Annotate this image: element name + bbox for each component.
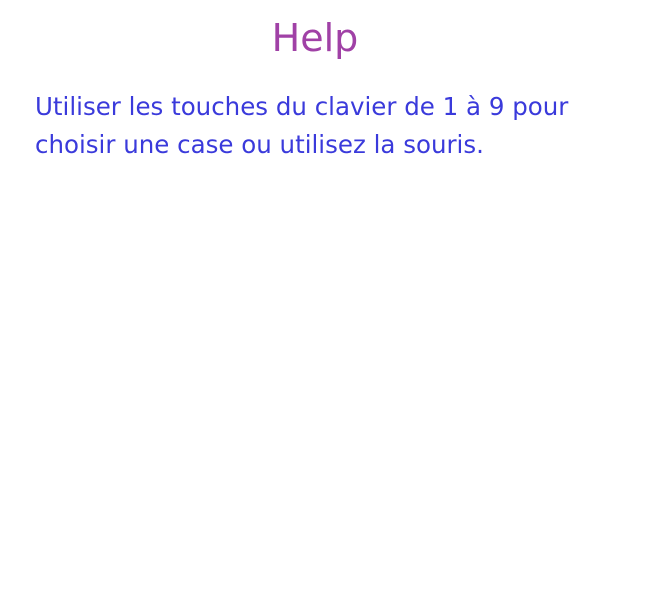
help-instructions: Utiliser les touches du clavier de 1 à 9… bbox=[35, 92, 569, 159]
help-title: Help bbox=[271, 16, 359, 60]
